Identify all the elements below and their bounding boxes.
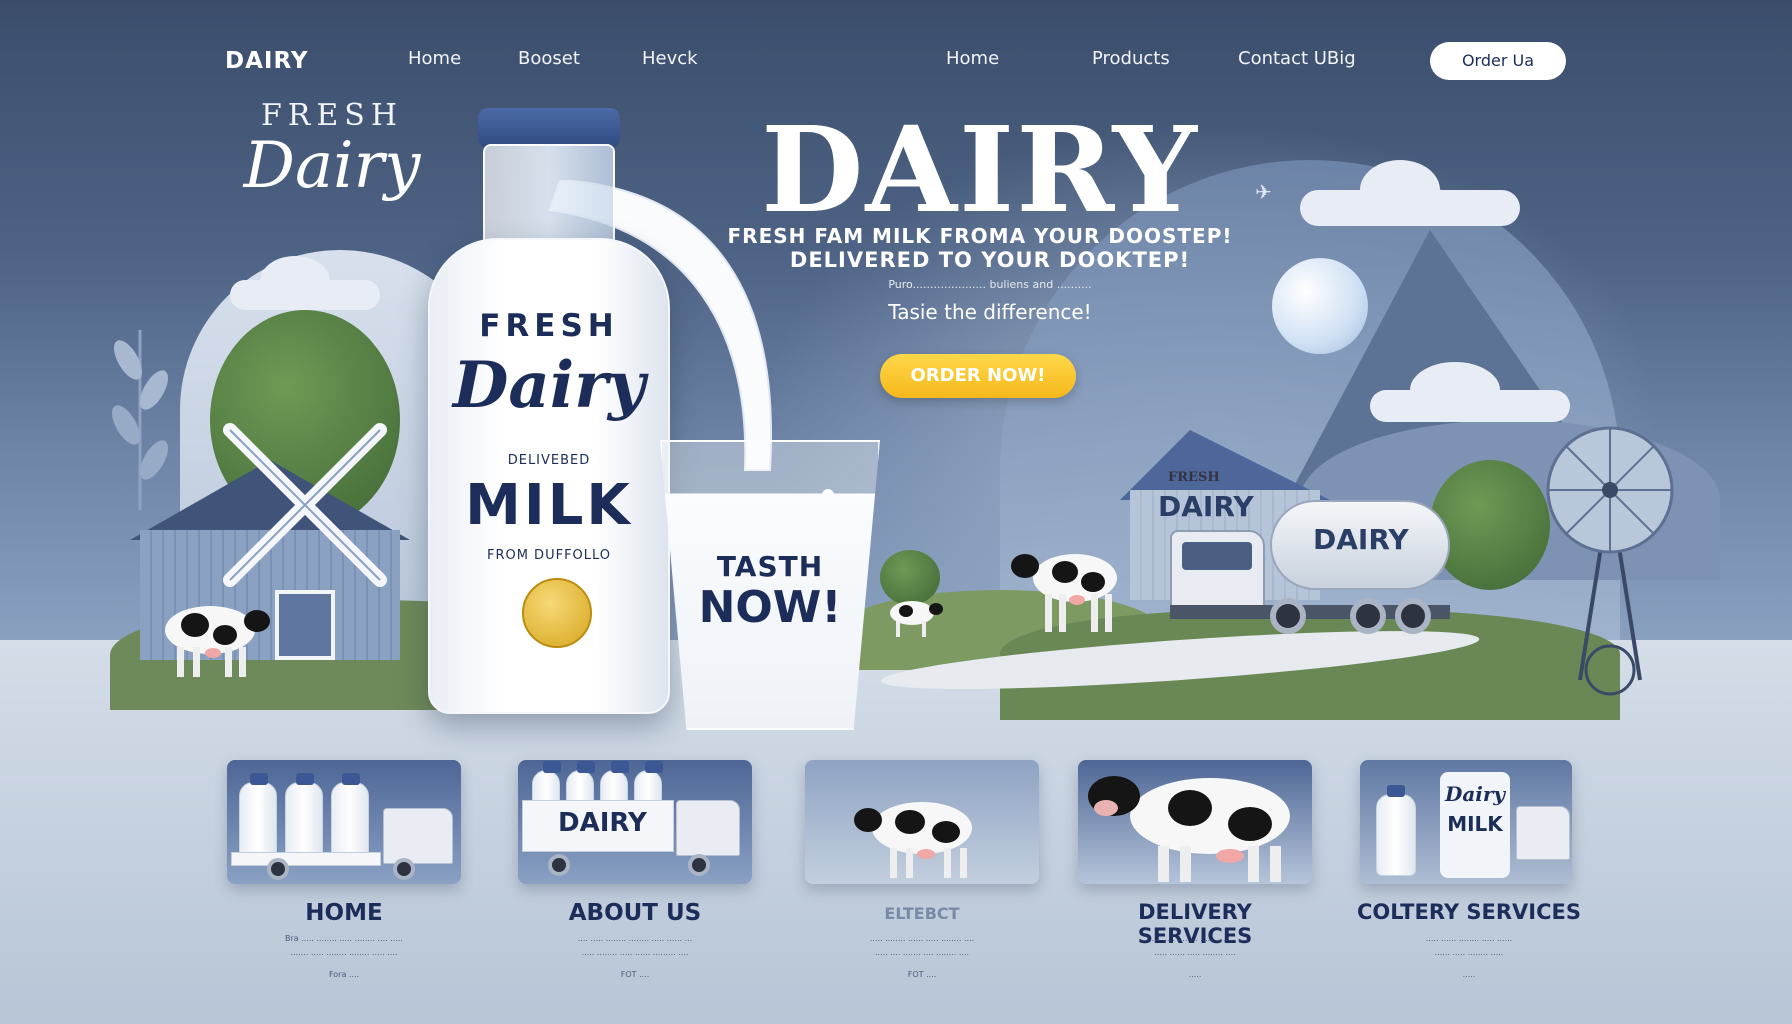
- card-caption: .....: [1462, 970, 1476, 979]
- bird-icon: ✈: [1255, 180, 1272, 204]
- hero-tagline-3: Puro..................... buliens and ..…: [888, 278, 1092, 291]
- nav-link-booset[interactable]: Booset: [518, 48, 580, 69]
- wheel: [548, 854, 570, 876]
- wheel: [267, 858, 289, 880]
- card-colt-image[interactable]: Dairy MILK: [1360, 760, 1572, 884]
- card-truck-label: DAIRY: [558, 808, 647, 838]
- cloud: [230, 256, 380, 310]
- cloud: [1300, 160, 1520, 226]
- cow-icon: [1088, 776, 1290, 882]
- cow-icon: [890, 601, 943, 637]
- card-title[interactable]: ELTEBCT: [805, 904, 1039, 923]
- card-delivery-image[interactable]: [1078, 760, 1312, 884]
- order-button[interactable]: Order Ua: [1430, 42, 1566, 80]
- bottle-label-delivered: DELIVEBED: [507, 453, 591, 468]
- wind-wheel-icon: [1546, 426, 1674, 696]
- nav-link-hevck[interactable]: Hevck: [642, 48, 698, 69]
- order-now-button[interactable]: ORDER NOW!: [880, 354, 1076, 398]
- glass-label-1: TASTH: [716, 550, 824, 583]
- hero-tagline-2: DELIVERED TO YOUR DOOKTEP!: [789, 248, 1191, 272]
- wheel: [393, 858, 415, 880]
- bottle-label-from: FROM DUFFOLLO: [486, 548, 612, 563]
- card-cow-image[interactable]: [805, 760, 1039, 884]
- mini-bottle-icon: [285, 773, 323, 860]
- wheel: [688, 854, 710, 876]
- nav-link-home-2[interactable]: Home: [946, 48, 999, 69]
- top-nav: DAIRY Home Booset Hevck Home Products Co…: [0, 0, 1792, 110]
- brand-fresh: FRESH: [260, 98, 404, 133]
- nav-logo[interactable]: DAIRY: [225, 48, 309, 74]
- bottle-cap: [478, 108, 620, 148]
- hero-tagline-4: Tasie the difference!: [888, 300, 1092, 324]
- card-caption: FOT ....: [907, 970, 937, 979]
- card-about-image[interactable]: DAIRY: [518, 760, 752, 884]
- windmill-icon: [223, 423, 387, 587]
- card-carton-dairy: Dairy: [1444, 782, 1506, 806]
- bottle-label-dairy: Dairy: [452, 348, 646, 423]
- cloud: [1370, 362, 1570, 422]
- card-caption: FOT ....: [620, 970, 650, 979]
- gold-seal-icon: [522, 578, 592, 648]
- bottle-label-fresh: FRESH: [479, 308, 619, 344]
- nav-link-products[interactable]: Products: [1092, 48, 1170, 69]
- card-text: ..... ........ ...... ..... ........ ...…: [869, 934, 975, 957]
- mini-truck-cab: [676, 800, 740, 856]
- card-title[interactable]: ABOUT US: [518, 900, 752, 926]
- nav-link-contact[interactable]: Contact UBig: [1238, 48, 1356, 69]
- cow-icon: [854, 802, 972, 878]
- card-caption: .....: [1188, 970, 1202, 979]
- mini-bottle-icon: [239, 773, 277, 860]
- milk-glass: TASTH NOW!: [660, 440, 880, 730]
- hero-title: DAIRY: [761, 100, 1199, 239]
- wheel: [1270, 598, 1306, 634]
- cow-icon: [165, 606, 270, 677]
- tree: [1430, 460, 1550, 590]
- milk-bottle: FRESH Dairy DELIVEBED MILK FROM DUFFOLLO: [428, 108, 670, 714]
- barn-door: [275, 590, 335, 660]
- bottle-label-milk: MILK: [465, 473, 633, 538]
- brand-dairy: Dairy: [243, 129, 421, 203]
- truck-cab: [1170, 530, 1265, 610]
- mini-truck-cab: [383, 808, 453, 864]
- brand-logo: FRESH Dairy: [222, 98, 442, 203]
- mini-truck-cab: [1516, 806, 1570, 860]
- barn-sign-small: FRESH: [1168, 470, 1220, 485]
- card-title[interactable]: HOME: [227, 900, 461, 926]
- moon: [1272, 258, 1368, 354]
- wheel: [1350, 598, 1386, 634]
- delivery-truck: DAIRY: [1170, 490, 1450, 650]
- wheel: [1395, 598, 1431, 634]
- mini-bottle-icon: [1376, 785, 1416, 876]
- hero-tagline-1: FRESH FAM MILK FROMA YOUR DOOSTEP!: [727, 224, 1233, 248]
- mini-bottle-icon: [331, 773, 369, 860]
- card-title[interactable]: COLTERY SERVICES: [1352, 900, 1586, 924]
- truck-label: DAIRY: [1313, 523, 1409, 556]
- card-caption: Fora ....: [328, 970, 360, 979]
- card-text: ....... ..... ........ ..... ........ ..…: [1141, 934, 1249, 957]
- card-text: .... ..... ........ ........ ..... .....…: [577, 934, 693, 957]
- cow-icon: [1011, 554, 1117, 632]
- card-text: ..... ...... ........ ..... ...... .....…: [1425, 934, 1513, 957]
- card-carton-milk: MILK: [1447, 812, 1503, 836]
- card-home-image[interactable]: [227, 760, 461, 884]
- card-text: Bra ..... ........ ..... ........ .... .…: [285, 934, 403, 957]
- nav-link-home[interactable]: Home: [408, 48, 461, 69]
- glass-label-2: NOW!: [698, 582, 842, 633]
